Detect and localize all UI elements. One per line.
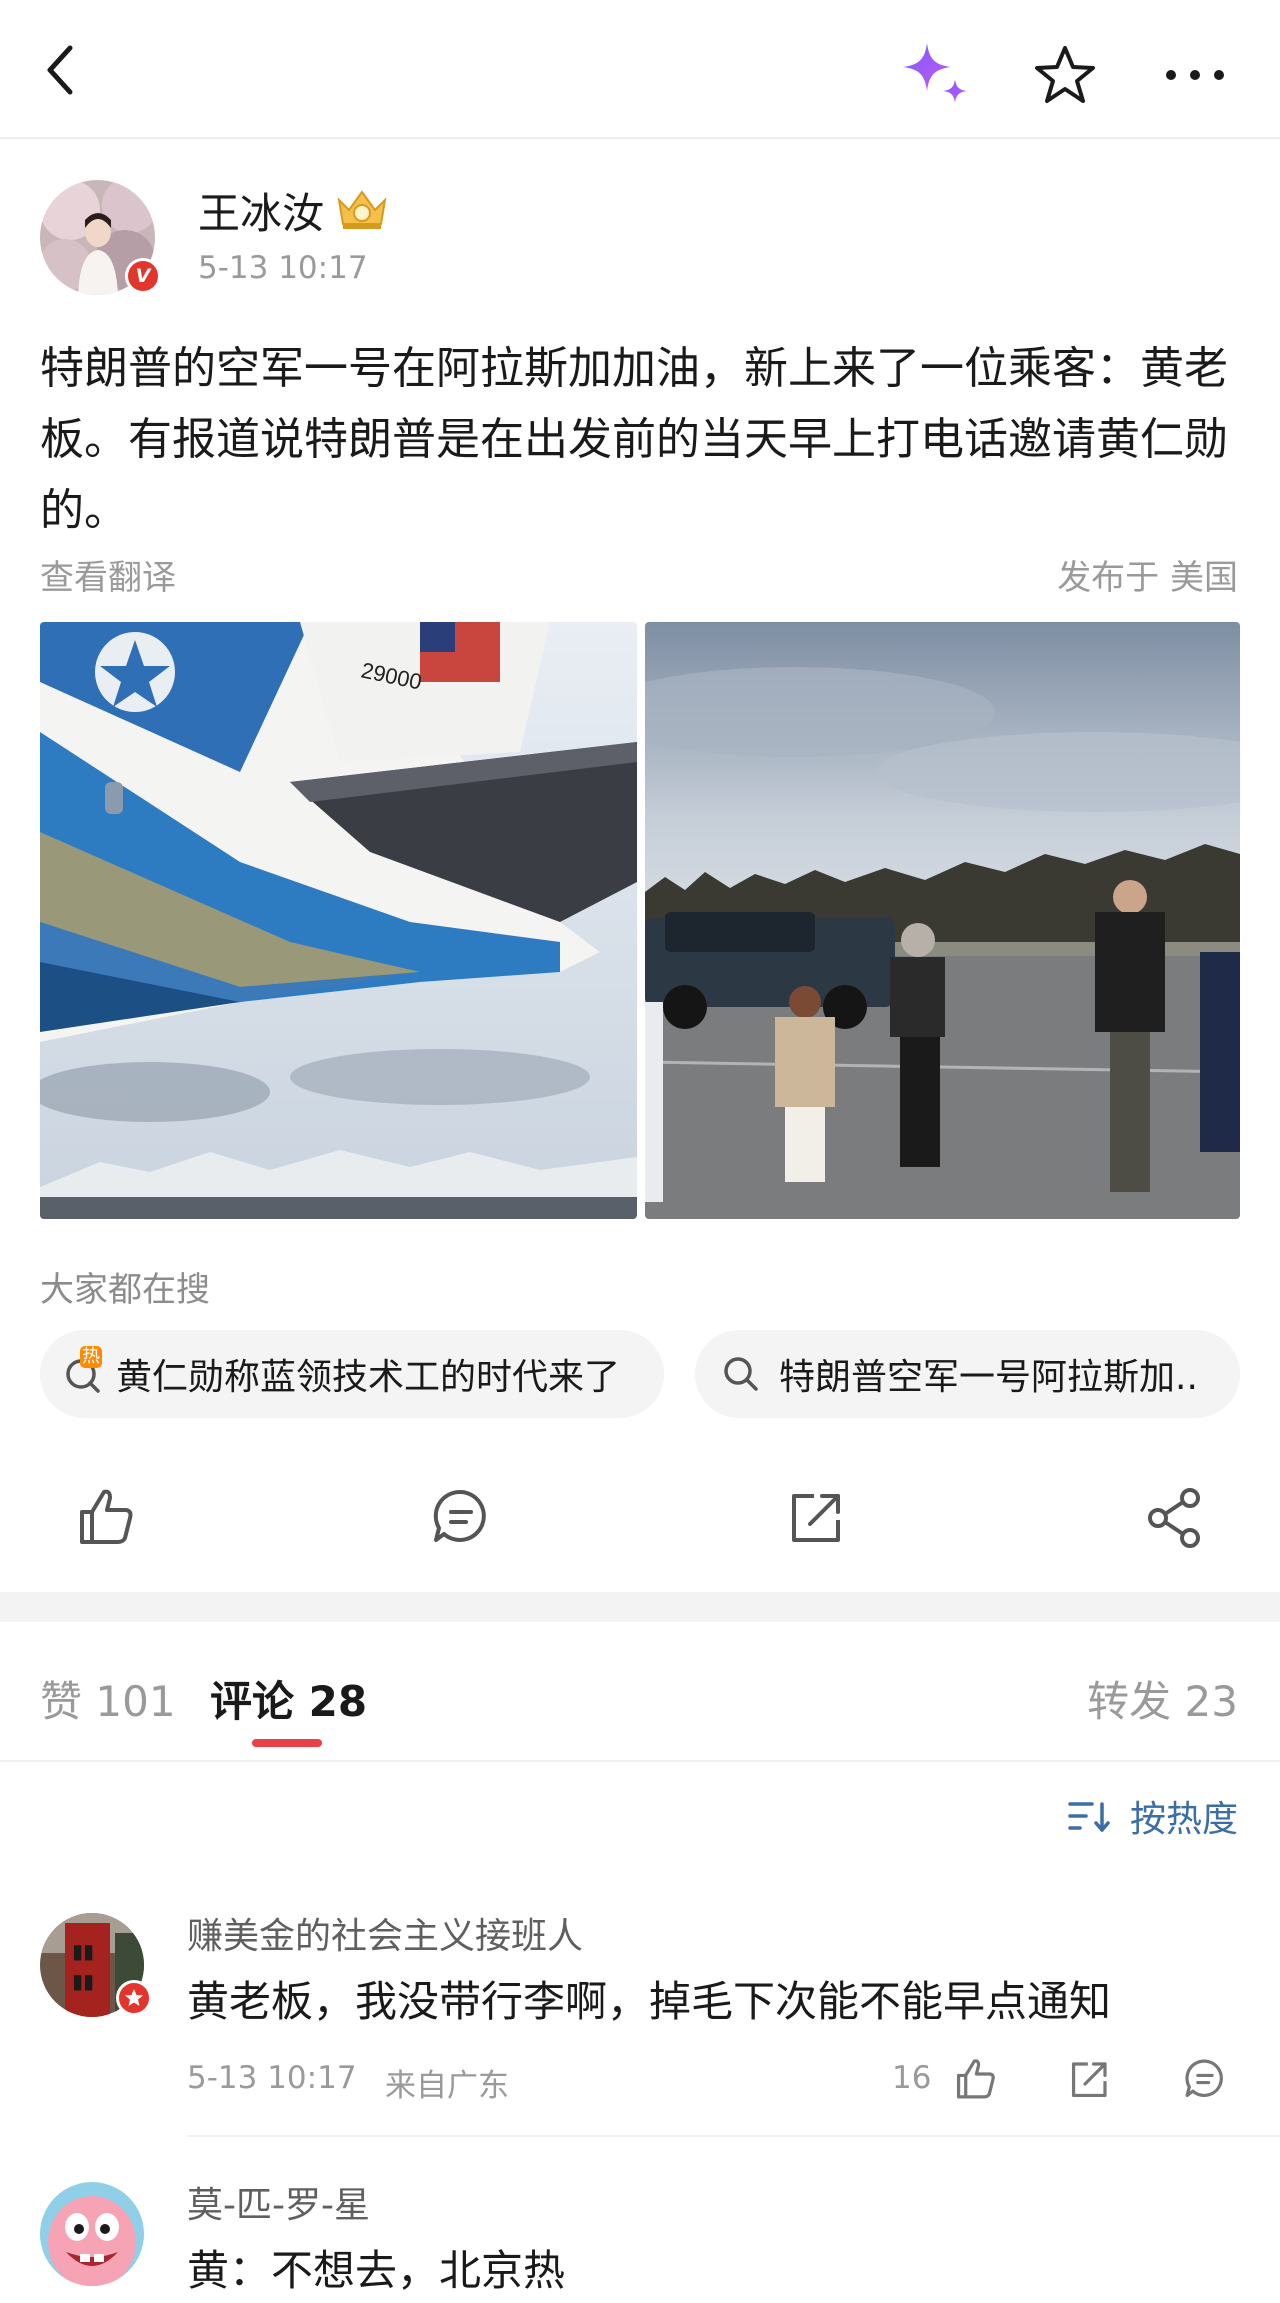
tab-active-indicator — [252, 1739, 322, 1747]
comment-divider — [187, 2135, 1280, 2137]
chevron-left-icon — [47, 45, 73, 95]
translate-link[interactable]: 查看翻译 — [40, 550, 176, 599]
star-outline-icon — [1035, 46, 1095, 103]
repost-icon — [1071, 2062, 1107, 2098]
trending-pill-text: 特朗普空军一号阿拉斯加.. — [779, 1357, 1198, 1398]
post-image-tarmac[interactable] — [645, 622, 1240, 1219]
tabs-divider — [0, 1760, 1280, 1762]
hot-badge: 热 — [80, 1346, 102, 1368]
comment-icon — [433, 1489, 486, 1542]
comment-like-button[interactable] — [950, 2054, 1000, 2104]
svg-text:▮▮: ▮▮ — [72, 1969, 94, 1993]
post-text: 特朗普的空军一号在阿拉斯加加油，新上来了一位乘客：黄老板。有报道说特朗普是在出发… — [40, 343, 1228, 536]
sparkle-ai-icon — [903, 43, 967, 103]
vip-crown-icon — [335, 186, 389, 232]
trending-pill-2[interactable]: 特朗普空军一号阿拉斯加.. — [695, 1330, 1240, 1418]
verified-badge: V — [125, 258, 161, 294]
comment-avatar[interactable] — [40, 2182, 144, 2286]
ai-sparkle-button[interactable] — [895, 35, 975, 115]
tab-reposts[interactable]: 转发 23 — [1087, 1668, 1238, 1729]
comment-source: 来自广东 — [385, 2068, 509, 2104]
author-name[interactable]: 王冰汝 — [198, 180, 324, 241]
hot-search-icon: 热 — [62, 1346, 106, 1396]
comment-reply-button[interactable] — [1180, 2054, 1230, 2104]
comment-time: 5-13 10:17 — [187, 2060, 357, 2096]
section-divider — [0, 1592, 1280, 1622]
tab-likes[interactable]: 赞 101 — [40, 1668, 176, 1729]
back-button[interactable] — [30, 30, 90, 110]
post-location: 发布于 美国 — [1057, 558, 1238, 598]
comment-text: 黄：不想去，北京热 — [187, 2246, 566, 2295]
comment-button[interactable] — [426, 1482, 496, 1552]
sort-icon — [1068, 1802, 1110, 1832]
comment-author[interactable]: 莫-匹-罗-星 — [187, 2176, 370, 2228]
comment-text: 黄老板，我没带行李啊，掉毛下次能不能早点通知 — [187, 1977, 1112, 2026]
tab-comments[interactable]: 评论 28 — [210, 1668, 367, 1729]
comment-author[interactable]: 赚美金的社会主义接班人 — [187, 1907, 583, 1959]
like-icon — [80, 1489, 133, 1544]
sort-label: 按热度 — [1129, 1799, 1238, 1840]
member-badge — [116, 1980, 152, 2016]
tab-likes-count: 101 — [95, 1677, 176, 1726]
comment-icon — [1185, 2059, 1223, 2098]
top-bar — [0, 0, 1280, 139]
tab-comments-label: 评论 — [210, 1677, 295, 1726]
more-horizontal-icon — [1166, 70, 1224, 80]
star-badge-icon — [125, 1989, 143, 2006]
favorite-button[interactable] — [1025, 35, 1105, 115]
share-icon — [1148, 1488, 1200, 1548]
tab-likes-label: 赞 — [40, 1677, 83, 1726]
trending-pill-1[interactable]: 热 黄仁勋称蓝领技术工的时代来了 — [40, 1330, 664, 1418]
trending-pill-text: 黄仁勋称蓝领技术工的时代来了 — [116, 1357, 621, 1398]
share-button[interactable] — [1140, 1482, 1210, 1552]
more-button[interactable] — [1155, 35, 1235, 115]
tab-reposts-label: 转发 — [1087, 1677, 1172, 1726]
post-time: 5-13 10:17 — [198, 250, 368, 286]
repost-button[interactable] — [782, 1482, 852, 1552]
trending-title: 大家都在搜 — [40, 1270, 210, 1310]
repost-icon — [792, 1494, 840, 1542]
like-button[interactable] — [70, 1482, 140, 1552]
svg-text:▮▮: ▮▮ — [72, 1939, 94, 1963]
like-icon — [956, 2059, 995, 2099]
tab-reposts-count: 23 — [1184, 1677, 1238, 1726]
post-image-airplane[interactable]: 29000 — [40, 622, 637, 1219]
tab-comments-count: 28 — [308, 1677, 368, 1726]
sort-button[interactable]: 按热度 — [1066, 1790, 1238, 1842]
comment-repost-button[interactable] — [1065, 2054, 1115, 2104]
search-icon — [721, 1354, 761, 1394]
comment-like-count: 16 — [892, 2060, 932, 2096]
